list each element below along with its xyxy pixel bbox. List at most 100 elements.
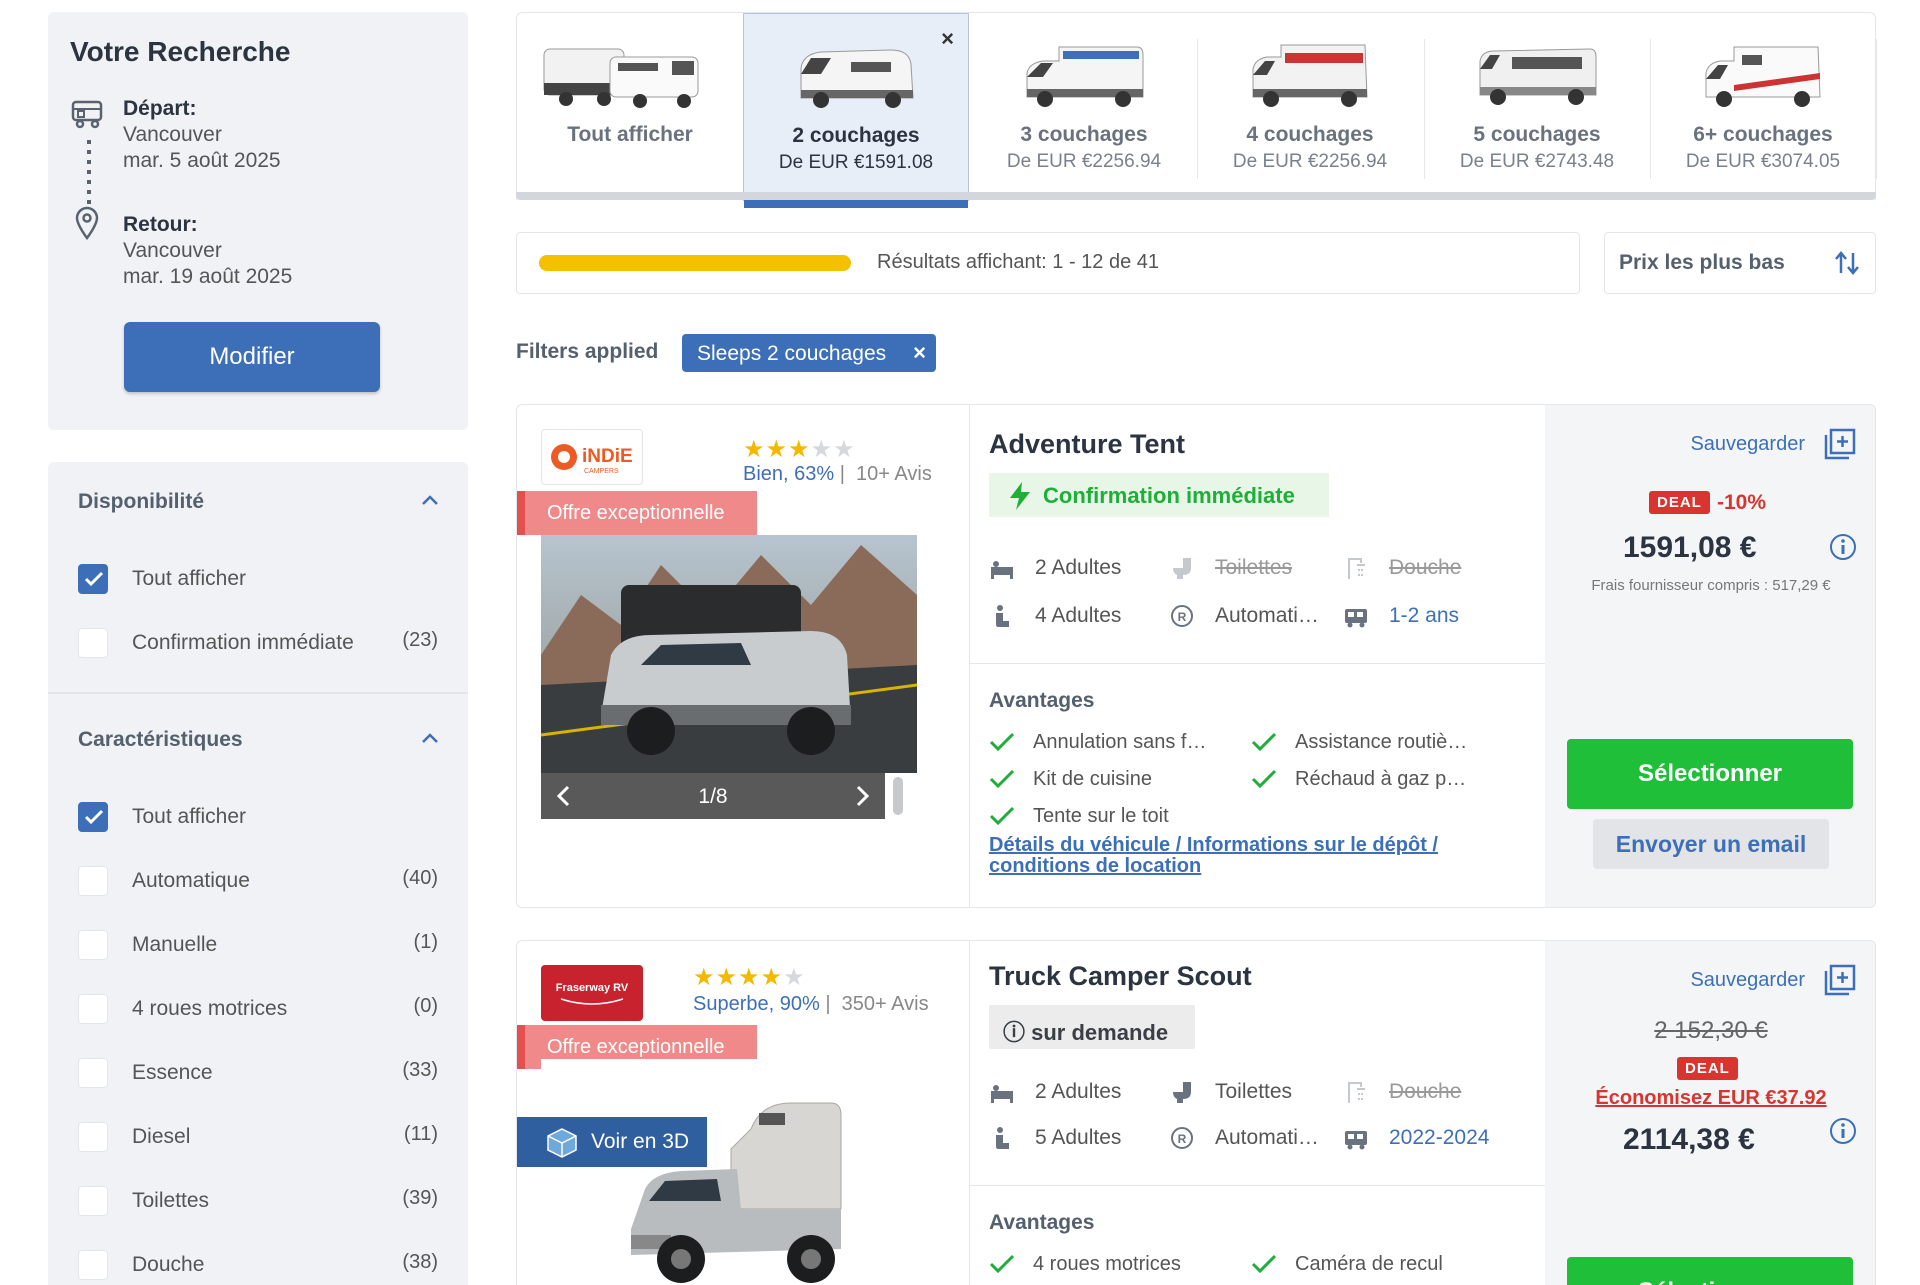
checkbox[interactable] bbox=[78, 802, 108, 832]
save-button[interactable]: Sauvegarder bbox=[1657, 427, 1857, 461]
advantages-heading: Avantages bbox=[989, 1211, 1095, 1234]
instant-confirmation-badge: Confirmation immédiate bbox=[989, 473, 1329, 517]
tab-label: 4 couchages bbox=[1246, 123, 1374, 146]
view-3d-button[interactable]: Voir en 3D bbox=[517, 1117, 707, 1167]
select-button[interactable]: Sélectionner bbox=[1567, 1257, 1853, 1285]
svg-text:R: R bbox=[1178, 610, 1187, 624]
checkbox[interactable] bbox=[78, 1186, 108, 1216]
filter-count: (23) bbox=[402, 629, 438, 651]
filter-count: (33) bbox=[402, 1059, 438, 1081]
filter-label: Toilettes bbox=[132, 1189, 210, 1212]
filter-toilets[interactable]: Toilettes (39) bbox=[78, 1182, 438, 1218]
sort-label: Prix les plus bas bbox=[1619, 251, 1785, 274]
save-button[interactable]: Sauvegarder bbox=[1657, 963, 1857, 997]
star-rating: ★★★★★ bbox=[743, 436, 856, 463]
checkbox[interactable] bbox=[78, 866, 108, 896]
check-icon bbox=[989, 1254, 1015, 1274]
checkbox[interactable] bbox=[78, 1122, 108, 1152]
tab-5-sleeps[interactable]: 5 couchages De EUR €2743.48 bbox=[1424, 13, 1650, 201]
sort-arrows-icon bbox=[1835, 251, 1859, 275]
lightning-icon bbox=[1010, 482, 1030, 510]
deal-badge: DEAL bbox=[1649, 491, 1710, 514]
results-count: Résultats affichant: 1 - 12 de 41 bbox=[877, 251, 1160, 273]
camper-icon bbox=[71, 100, 103, 129]
search-summary-card: Votre Recherche Départ: Vancouver mar. 5… bbox=[48, 12, 468, 430]
departure-city: Vancouver bbox=[123, 123, 222, 146]
filter-petrol[interactable]: Essence (33) bbox=[78, 1054, 438, 1090]
chevron-up-icon[interactable] bbox=[420, 728, 440, 748]
rating-summary: Superbe, 90% | 350+ Avis bbox=[693, 993, 929, 1015]
checkbox[interactable] bbox=[78, 1058, 108, 1088]
listing-title: Truck Camper Scout bbox=[989, 961, 1252, 991]
tab-all[interactable]: Tout afficher bbox=[517, 13, 743, 201]
select-button[interactable]: Sélectionner bbox=[1567, 739, 1853, 809]
filter-shower[interactable]: Douche (38) bbox=[78, 1246, 438, 1282]
vehicle-details-link[interactable]: Détails du véhicule / Informations sur l… bbox=[989, 835, 1509, 877]
filter-availability-all[interactable]: Tout afficher bbox=[78, 560, 438, 596]
tab-2-sleeps[interactable]: × 2 couchages De EUR €1591.08 bbox=[743, 13, 969, 208]
rating-summary: Bien, 63% | 10+ Avis bbox=[743, 463, 932, 485]
brand-logo: Fraserway RV bbox=[541, 965, 643, 1021]
discount-percent: -10% bbox=[1717, 491, 1767, 514]
seat-icon bbox=[996, 1127, 1009, 1149]
filter-diesel[interactable]: Diesel (11) bbox=[78, 1118, 438, 1154]
filter-label: Tout afficher bbox=[132, 567, 247, 590]
filter-count: (40) bbox=[402, 867, 438, 889]
filter-label: Tout afficher bbox=[132, 805, 247, 828]
save-label: Sauvegarder bbox=[1690, 433, 1805, 455]
advantages-heading: Avantages bbox=[989, 689, 1095, 712]
provider-fees: Frais fournisseur compris : 517,29 € bbox=[1591, 577, 1831, 594]
filter-automatic[interactable]: Automatique (40) bbox=[78, 862, 438, 898]
tab-3-sleeps[interactable]: 3 couchages De EUR €2256.94 bbox=[971, 13, 1197, 201]
filter-features-all[interactable]: Tout afficher bbox=[78, 798, 438, 834]
svg-text:iNDiE: iNDiE bbox=[582, 446, 633, 467]
listing-card: Fraserway RV ★★★★★ Superbe, 90% | 350+ A… bbox=[516, 940, 1876, 1285]
vehicle-photo[interactable] bbox=[541, 1059, 917, 1285]
checkbox[interactable] bbox=[78, 564, 108, 594]
close-icon[interactable]: × bbox=[913, 340, 926, 366]
check-icon bbox=[989, 806, 1015, 826]
features-heading: Caractéristiques bbox=[78, 728, 243, 751]
filter-label: Douche bbox=[132, 1253, 205, 1276]
send-email-button[interactable]: Envoyer un email bbox=[1593, 819, 1829, 869]
cube-3d-icon bbox=[547, 1128, 577, 1158]
tab-label: 2 couchages bbox=[792, 124, 920, 147]
vehicle-photo[interactable] bbox=[541, 535, 917, 773]
tab-separator bbox=[1876, 39, 1877, 179]
checkbox[interactable] bbox=[78, 930, 108, 960]
price: 1591,08 € bbox=[1623, 531, 1757, 564]
close-icon[interactable]: × bbox=[941, 26, 954, 52]
info-icon[interactable] bbox=[1829, 533, 1857, 561]
motorhome-icon bbox=[1479, 48, 1597, 105]
sort-dropdown[interactable]: Prix les plus bas bbox=[1604, 232, 1876, 294]
checkbox[interactable] bbox=[78, 628, 108, 658]
active-tab-indicator bbox=[744, 200, 968, 208]
filter-instant-confirmation[interactable]: Confirmation immédiate (23) bbox=[78, 624, 438, 660]
departure-block: Départ: Vancouver mar. 5 août 2025 bbox=[123, 96, 281, 174]
filter-manual[interactable]: Manuelle (1) bbox=[78, 926, 438, 962]
info-icon[interactable] bbox=[1829, 1117, 1857, 1145]
check-icon bbox=[1251, 732, 1277, 752]
campervan-icon bbox=[800, 49, 914, 108]
results-progress bbox=[539, 255, 851, 271]
star-rating: ★★★★★ bbox=[693, 964, 806, 991]
tab-price: De EUR €1591.08 bbox=[778, 152, 934, 173]
modify-button[interactable]: Modifier bbox=[124, 322, 380, 392]
chevron-right-icon[interactable] bbox=[849, 783, 875, 809]
filter-label: Automatique bbox=[132, 869, 250, 892]
listing-title: Adventure Tent bbox=[989, 429, 1186, 459]
chevron-up-icon[interactable] bbox=[420, 490, 440, 510]
checkbox[interactable] bbox=[78, 994, 108, 1024]
tabs-underline bbox=[516, 192, 1876, 200]
applied-filter-chip[interactable]: Sleeps 2 couchages × bbox=[682, 334, 936, 372]
tab-label: 6+ couchages bbox=[1693, 123, 1833, 146]
tab-4-sleeps[interactable]: 4 couchages De EUR €2256.94 bbox=[1197, 13, 1423, 201]
svg-text:Fraserway RV: Fraserway RV bbox=[556, 982, 629, 994]
filter-4wd[interactable]: 4 roues motrices (0) bbox=[78, 990, 438, 1026]
tab-6plus-sleeps[interactable]: 6+ couchages De EUR €3074.05 bbox=[1650, 13, 1876, 201]
photo-gallery-controls: 1/8 bbox=[541, 773, 885, 819]
bookmark-add-icon bbox=[1824, 428, 1856, 460]
check-icon bbox=[989, 732, 1015, 752]
gallery-scrollbar[interactable] bbox=[893, 777, 903, 815]
checkbox[interactable] bbox=[78, 1250, 108, 1280]
